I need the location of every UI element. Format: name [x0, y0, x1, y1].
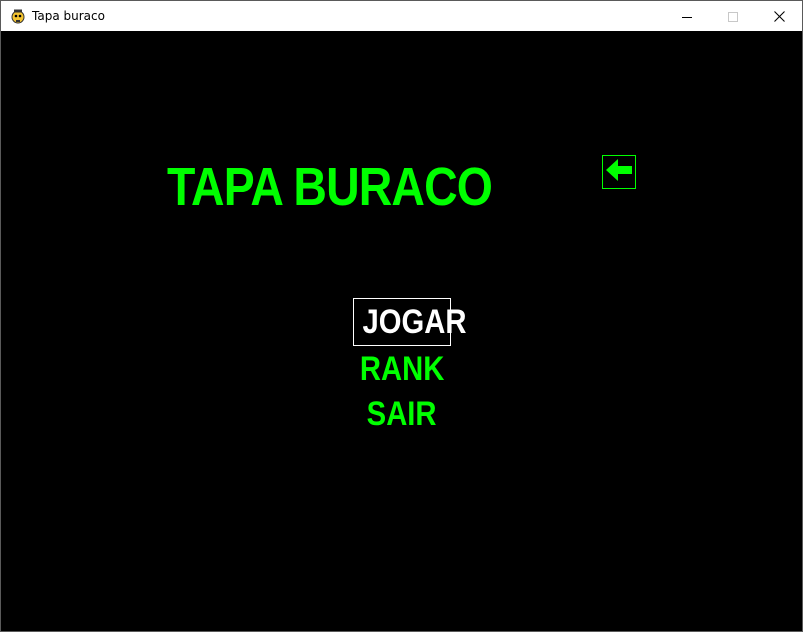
game-title: TAPA BURACO	[167, 157, 493, 217]
window-title: Tapa buraco	[32, 9, 105, 23]
back-button[interactable]	[602, 155, 636, 189]
close-button[interactable]	[756, 1, 802, 31]
menu-item-label: SAIR	[367, 395, 437, 433]
minimize-button[interactable]	[664, 1, 710, 31]
maximize-button[interactable]	[710, 1, 756, 31]
pygame-snake-icon	[10, 8, 26, 24]
menu-item-jogar[interactable]: JOGAR	[353, 298, 466, 346]
game-canvas[interactable]: TAPA BURACO JOGAR RANK SAIR	[1, 31, 802, 631]
minimize-icon	[682, 7, 692, 26]
close-icon	[773, 7, 785, 26]
arrow-left-icon	[605, 158, 633, 186]
menu-item-label: RANK	[359, 350, 445, 388]
menu-item-label: JOGAR	[362, 303, 467, 341]
menu-item-sair[interactable]: SAIR	[353, 394, 451, 436]
app-window: Tapa buraco TAPA BURACO JOGAR RANK SAIR	[0, 0, 803, 632]
title-bar[interactable]: Tapa buraco	[1, 1, 802, 31]
maximize-icon	[728, 7, 738, 26]
menu-item-rank[interactable]: RANK	[353, 349, 451, 391]
